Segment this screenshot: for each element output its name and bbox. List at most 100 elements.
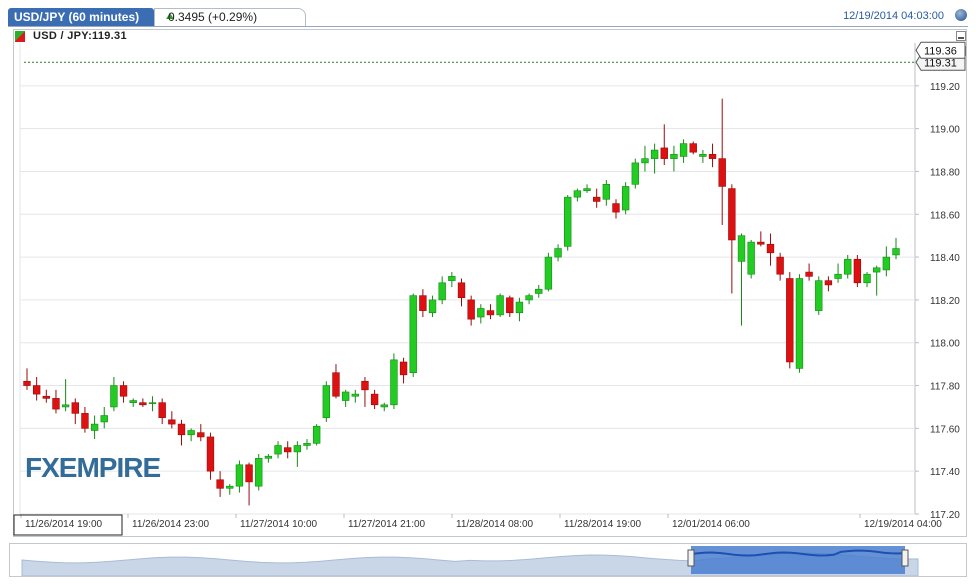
candle-body [554,248,562,258]
candle-body [757,241,765,245]
candle-body [477,308,485,318]
candle-body [834,273,842,279]
candle-body [766,243,775,254]
candle-body [216,479,224,489]
candle-body [322,385,331,418]
candle-body [670,154,678,159]
candle-body [805,271,813,277]
candle-body [390,359,398,406]
candle-body [795,278,804,369]
candle-body [71,402,79,414]
candle-body [737,235,746,262]
last-price-badge: 119.36 [915,41,966,59]
candle-body [197,432,205,438]
candle-body [90,423,99,431]
candle-body [303,443,311,446]
candle-body [235,464,244,487]
candle-body [535,288,543,294]
candle-body [332,372,340,397]
candle-body [612,203,620,213]
candle-body [689,143,697,153]
candle-body [448,276,456,281]
x-tick-label: 11/27/2014 10:00 [240,519,318,530]
candle-body [177,423,186,436]
candle-body [61,404,70,408]
candle-body [602,184,611,200]
candle-body [409,295,417,373]
candle-body [679,143,688,157]
price-badges: 119.31119.36 [915,41,966,71]
x-tick-label: 11/26/2014 23:00 [132,519,210,530]
candle-body [457,282,466,299]
candle-body [264,455,273,459]
candle-body [158,402,166,418]
x-axis: 11/26/2014 19:00 11/26/2014 23:00 11/27/20… [13,514,942,536]
candle-body [428,299,437,314]
candle-body [187,430,195,436]
candle-body [351,393,359,397]
candle-body [776,256,784,275]
y-tick-label: 118.60 [930,210,960,221]
candle-body [32,385,41,395]
x-tick-label: 11/28/2014 08:00 [456,519,534,530]
candle-body [728,188,736,241]
candle-body [525,295,533,301]
candle-body [824,280,833,286]
candle-body [312,425,321,444]
candle-body [863,273,871,284]
candle-body [274,445,282,455]
candle-body [882,256,891,271]
candle-body [815,280,823,311]
candle-body [786,278,794,363]
price-chart: FXEMPIRE 119.20119.00118.80118.60118.401… [13,41,966,536]
candle-body [370,393,379,406]
candle-body [81,413,89,429]
y-tick-label: 118.00 [930,339,960,350]
candle-body [496,295,504,316]
candle-body [660,147,668,159]
y-tick-label: 119.20 [930,82,960,93]
candle-body [139,402,147,406]
y-tick-label: 117.40 [930,467,960,478]
candle-body [129,400,137,403]
candle-body [168,419,176,425]
candle-body [631,162,639,185]
x-tick-label: 12/01/2014 06:00 [672,519,750,530]
navigator-selection [691,546,905,574]
x-tick-label: 11/28/2014 19:00 [564,519,642,530]
y-tick-label: 119.00 [930,125,960,136]
y-axis: 119.20 119.00 118.80 118.60 118.40 118.20 118.… [915,82,960,521]
candle-body [110,385,118,408]
candle-body [438,282,446,301]
candle-body [708,154,717,159]
y-tick-label: 118.20 [930,296,960,307]
candle-body [284,447,292,453]
navigator[interactable] [9,543,967,577]
candle-body [592,196,601,202]
navigator-left-handle [687,549,695,567]
candle-body [564,196,572,247]
candle-body [23,380,31,386]
grid-lines [19,43,916,515]
watermark: FXEMPIRE [25,452,160,483]
candle-body [206,436,215,472]
y-tick-label: 117.60 [930,424,960,435]
candle-body [226,485,234,489]
candle-body [573,190,582,198]
y-tick-label: 118.80 [930,167,960,178]
candle-body [245,464,253,483]
y-tick-label: 118.40 [930,253,960,264]
candle-body [399,361,408,376]
candle-body [119,385,128,397]
candle-body [650,149,659,159]
last-price-badge-text: 119.36 [924,45,957,57]
candle-body [148,402,157,404]
candle-body [515,301,524,314]
candle-body [419,295,427,311]
navigator-chart [21,546,919,577]
candle-body [341,391,350,401]
x-tick-label: 11/27/2014 21:00 [348,519,426,530]
candle-body [621,186,630,211]
candle-body [361,380,369,391]
candle-body [544,256,553,290]
